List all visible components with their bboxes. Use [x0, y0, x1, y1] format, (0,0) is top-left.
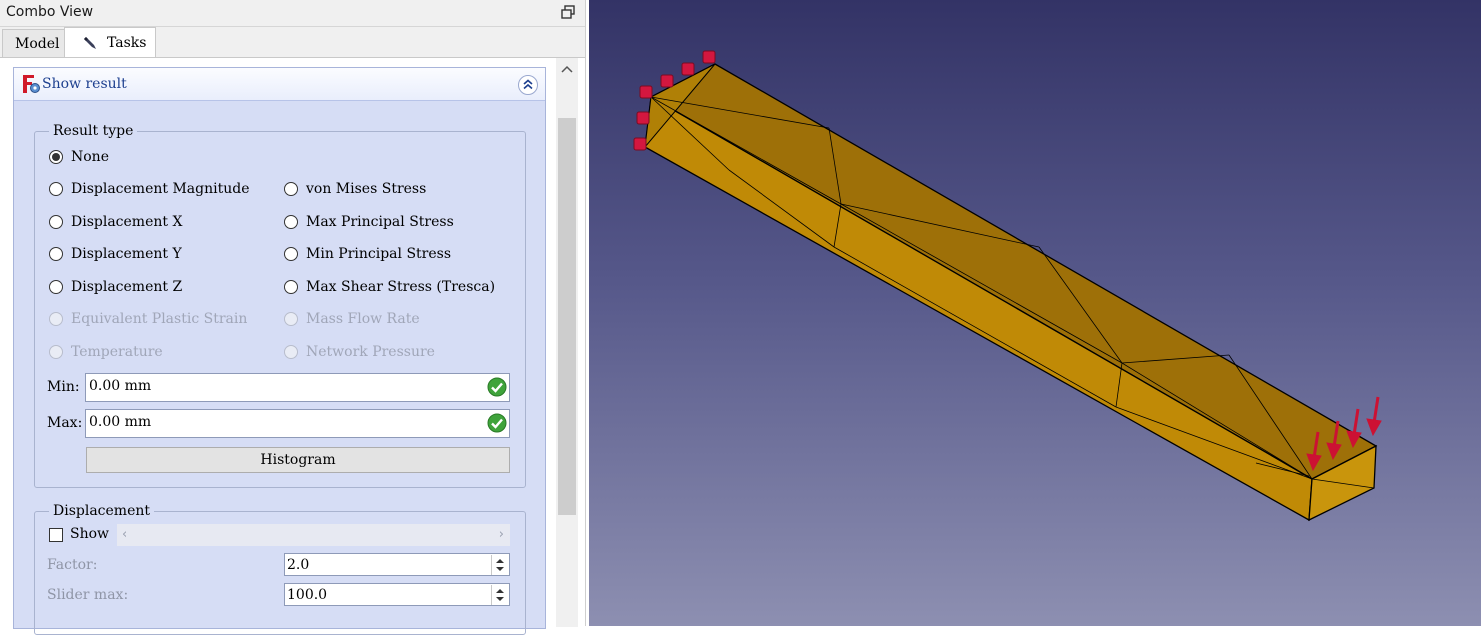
- radio-label: Min Principal Stress: [306, 246, 452, 262]
- chevron-right-icon: ›: [498, 527, 504, 542]
- displacement-slider[interactable]: ‹ ›: [117, 524, 510, 546]
- spin-arrows-icon[interactable]: [491, 585, 508, 605]
- radio-label: None: [71, 149, 109, 165]
- histogram-button[interactable]: Histogram: [86, 447, 510, 473]
- max-label: Max:: [47, 415, 83, 431]
- constraint-marker: [639, 85, 653, 99]
- radio-mass-flow-rate: Mass Flow Rate: [284, 311, 420, 327]
- radio-indicator: [284, 182, 298, 196]
- radio-equivalent-plastic-strain: Equivalent Plastic Strain: [49, 311, 247, 327]
- chevron-left-icon: ‹: [122, 527, 128, 542]
- radio-indicator: [284, 215, 298, 229]
- result-type-legend: Result type: [53, 123, 134, 139]
- max-value-field[interactable]: 0.00 mm: [85, 409, 510, 438]
- radio-von-mises-stress[interactable]: von Mises Stress: [284, 181, 426, 197]
- radio-indicator: [49, 312, 63, 326]
- max-value: 0.00 mm: [89, 414, 152, 430]
- radio-max-shear-stress[interactable]: Max Shear Stress (Tresca): [284, 279, 495, 295]
- radio-indicator: [49, 150, 63, 164]
- radio-indicator: [284, 247, 298, 261]
- radio-displacement-x[interactable]: Displacement X: [49, 214, 182, 230]
- constraint-marker: [681, 62, 695, 76]
- constraint-marker: [636, 111, 650, 125]
- show-label: Show: [70, 526, 110, 542]
- radio-label: Max Shear Stress (Tresca): [306, 279, 496, 295]
- spin-arrows-icon[interactable]: [491, 555, 508, 575]
- force-arrow-icon: [1366, 396, 1382, 437]
- radio-indicator: [49, 182, 63, 196]
- factor-label: Factor:: [47, 557, 98, 573]
- beam-model: [633, 50, 1382, 522]
- float-window-icon[interactable]: [561, 5, 575, 19]
- beam-side-face: [644, 95, 1313, 522]
- valid-check-icon: [487, 413, 507, 433]
- radio-indicator: [49, 247, 63, 261]
- combo-view: Combo View Model Tasks Show result Resul…: [0, 0, 586, 635]
- 3d-viewport[interactable]: [589, 0, 1481, 626]
- radio-network-pressure: Network Pressure: [284, 344, 435, 360]
- radio-label: Displacement X: [71, 214, 183, 230]
- factor-spinbox[interactable]: 2.0: [284, 553, 510, 576]
- radio-label: Displacement Y: [71, 246, 182, 262]
- panel-title: Show result: [42, 76, 127, 92]
- min-value-field[interactable]: 0.00 mm: [85, 373, 510, 402]
- min-value: 0.00 mm: [89, 378, 152, 394]
- radio-max-principal-stress[interactable]: Max Principal Stress: [284, 214, 454, 230]
- radio-indicator: [49, 215, 63, 229]
- collapse-button[interactable]: [518, 75, 538, 95]
- constraint-marker: [702, 50, 716, 64]
- pencil-icon: [84, 37, 96, 49]
- radio-temperature: Temperature: [49, 344, 163, 360]
- chevron-up-icon: [523, 79, 533, 90]
- radio-displacement-magnitude[interactable]: Displacement Magnitude: [49, 181, 249, 197]
- radio-label: von Mises Stress: [306, 181, 427, 197]
- radio-indicator: [284, 345, 298, 359]
- beam-top-face: [649, 63, 1378, 480]
- slider-max-label: Slider max:: [47, 587, 129, 603]
- slider-max-value: 100.0: [287, 587, 328, 603]
- valid-check-icon: [487, 377, 507, 397]
- constraint-marker: [660, 74, 674, 88]
- radio-indicator: [49, 345, 63, 359]
- radio-label: Max Principal Stress: [306, 214, 454, 230]
- radio-indicator: [284, 312, 298, 326]
- factor-value: 2.0: [287, 557, 310, 573]
- tab-bar: Model Tasks: [0, 27, 585, 58]
- tab-tasks[interactable]: Tasks: [64, 27, 156, 58]
- combo-view-title: Combo View: [6, 4, 94, 20]
- scroll-up-arrow-icon[interactable]: [556, 62, 578, 78]
- scrollbar-thumb[interactable]: [558, 118, 576, 515]
- radio-displacement-z[interactable]: Displacement Z: [49, 279, 182, 295]
- tab-model[interactable]: Model: [2, 29, 66, 58]
- radio-none[interactable]: None: [49, 149, 109, 165]
- radio-label: Displacement Z: [71, 279, 183, 295]
- radio-indicator: [49, 280, 63, 294]
- radio-label: Mass Flow Rate: [306, 311, 420, 327]
- radio-label: Equivalent Plastic Strain: [71, 311, 248, 327]
- radio-displacement-y[interactable]: Displacement Y: [49, 246, 182, 262]
- radio-label: Displacement Magnitude: [71, 181, 250, 197]
- panel-header[interactable]: Show result: [14, 68, 545, 101]
- slider-max-spinbox[interactable]: 100.0: [284, 583, 510, 606]
- combo-view-titlebar: Combo View: [0, 0, 585, 27]
- task-panel-area: Show result Result type None Displacemen…: [0, 57, 585, 635]
- constraint-marker: [633, 137, 647, 151]
- fem-result-icon: [23, 75, 40, 93]
- radio-label: Network Pressure: [306, 344, 435, 360]
- min-label: Min:: [47, 379, 80, 395]
- tab-model-label: Model: [15, 36, 60, 52]
- radio-min-principal-stress[interactable]: Min Principal Stress: [284, 246, 451, 262]
- tab-tasks-label: Tasks: [107, 35, 147, 51]
- vertical-scrollbar[interactable]: [556, 58, 578, 627]
- show-displacement-checkbox[interactable]: [49, 528, 63, 542]
- radio-label: Temperature: [71, 344, 163, 360]
- displacement-legend: Displacement: [53, 503, 151, 519]
- show-result-panel: Show result Result type None Displacemen…: [13, 67, 546, 635]
- radio-indicator: [284, 280, 298, 294]
